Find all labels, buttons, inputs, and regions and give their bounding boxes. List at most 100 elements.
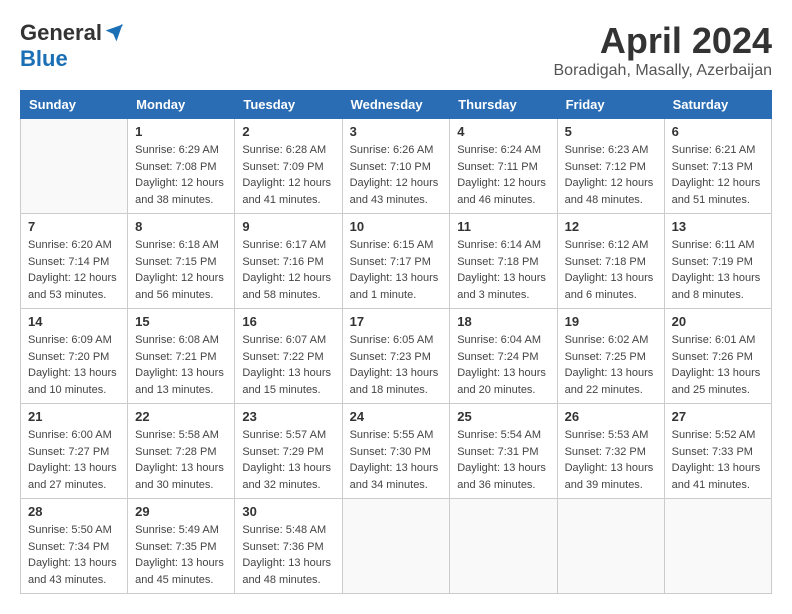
- calendar-cell: 8 Sunrise: 6:18 AMSunset: 7:15 PMDaylight…: [128, 214, 235, 309]
- calendar-cell: 13 Sunrise: 6:11 AMSunset: 7:19 PMDayligh…: [664, 214, 771, 309]
- day-info: Sunrise: 5:53 AMSunset: 7:32 PMDaylight:…: [565, 427, 657, 493]
- logo-blue-text: Blue: [20, 46, 68, 72]
- day-info: Sunrise: 6:21 AMSunset: 7:13 PMDaylight:…: [672, 142, 764, 208]
- day-info: Sunrise: 6:02 AMSunset: 7:25 PMDaylight:…: [565, 332, 657, 398]
- day-info: Sunrise: 5:48 AMSunset: 7:36 PMDaylight:…: [242, 522, 334, 588]
- day-info: Sunrise: 6:20 AMSunset: 7:14 PMDaylight:…: [28, 237, 120, 303]
- calendar-cell: 11 Sunrise: 6:14 AMSunset: 7:18 PMDayligh…: [450, 214, 557, 309]
- day-number: 23: [242, 409, 334, 424]
- calendar-cell: 4 Sunrise: 6:24 AMSunset: 7:11 PMDaylight…: [450, 119, 557, 214]
- day-info: Sunrise: 6:23 AMSunset: 7:12 PMDaylight:…: [565, 142, 657, 208]
- day-info: Sunrise: 5:49 AMSunset: 7:35 PMDaylight:…: [135, 522, 227, 588]
- calendar-table: SundayMondayTuesdayWednesdayThursdayFrid…: [20, 90, 772, 594]
- calendar-cell: 20 Sunrise: 6:01 AMSunset: 7:26 PMDayligh…: [664, 309, 771, 404]
- day-header-saturday: Saturday: [664, 91, 771, 119]
- day-info: Sunrise: 6:01 AMSunset: 7:26 PMDaylight:…: [672, 332, 764, 398]
- calendar-cell: 22 Sunrise: 5:58 AMSunset: 7:28 PMDayligh…: [128, 404, 235, 499]
- day-info: Sunrise: 5:52 AMSunset: 7:33 PMDaylight:…: [672, 427, 764, 493]
- calendar-week-5: 28Sunrise: 5:50 AMSunset: 7:34 PMDayligh…: [21, 499, 772, 594]
- day-header-wednesday: Wednesday: [342, 91, 450, 119]
- day-number: 18: [457, 314, 549, 329]
- day-number: 2: [242, 124, 334, 139]
- day-info: Sunrise: 6:11 AMSunset: 7:19 PMDaylight:…: [672, 237, 764, 303]
- calendar-cell: 18 Sunrise: 6:04 AMSunset: 7:24 PMDayligh…: [450, 309, 557, 404]
- day-info: Sunrise: 6:04 AMSunset: 7:24 PMDaylight:…: [457, 332, 549, 398]
- calendar-cell: [450, 499, 557, 594]
- day-info: Sunrise: 6:08 AMSunset: 7:21 PMDaylight:…: [135, 332, 227, 398]
- day-number: 1: [135, 124, 227, 139]
- day-number: 15: [135, 314, 227, 329]
- logo-bird-icon: [104, 23, 124, 43]
- day-info: Sunrise: 5:54 AMSunset: 7:31 PMDaylight:…: [457, 427, 549, 493]
- day-number: 9: [242, 219, 334, 234]
- day-info: Sunrise: 6:00 AMSunset: 7:27 PMDaylight:…: [28, 427, 120, 493]
- calendar-cell: 21Sunrise: 6:00 AMSunset: 7:27 PMDayligh…: [21, 404, 128, 499]
- day-info: Sunrise: 6:07 AMSunset: 7:22 PMDaylight:…: [242, 332, 334, 398]
- title-section: April 2024 Boradigah, Masally, Azerbaija…: [554, 20, 773, 80]
- calendar-cell: 2 Sunrise: 6:28 AMSunset: 7:09 PMDaylight…: [235, 119, 342, 214]
- day-info: Sunrise: 5:50 AMSunset: 7:34 PMDaylight:…: [28, 522, 120, 588]
- calendar-cell: 15 Sunrise: 6:08 AMSunset: 7:21 PMDayligh…: [128, 309, 235, 404]
- day-number: 27: [672, 409, 764, 424]
- calendar-cell: 1 Sunrise: 6:29 AMSunset: 7:08 PMDaylight…: [128, 119, 235, 214]
- calendar-cell: 23 Sunrise: 5:57 AMSunset: 7:29 PMDayligh…: [235, 404, 342, 499]
- day-number: 30: [242, 504, 334, 519]
- page-header: General Blue April 2024 Boradigah, Masal…: [20, 20, 772, 80]
- day-number: 13: [672, 219, 764, 234]
- day-info: Sunrise: 6:28 AMSunset: 7:09 PMDaylight:…: [242, 142, 334, 208]
- calendar-cell: 27 Sunrise: 5:52 AMSunset: 7:33 PMDayligh…: [664, 404, 771, 499]
- calendar-cell: 19 Sunrise: 6:02 AMSunset: 7:25 PMDayligh…: [557, 309, 664, 404]
- day-number: 19: [565, 314, 657, 329]
- day-info: Sunrise: 6:09 AMSunset: 7:20 PMDaylight:…: [28, 332, 120, 398]
- calendar-cell: [342, 499, 450, 594]
- calendar-header-row: SundayMondayTuesdayWednesdayThursdayFrid…: [21, 91, 772, 119]
- logo-general-text: General: [20, 20, 102, 46]
- calendar-cell: [664, 499, 771, 594]
- day-number: 10: [350, 219, 443, 234]
- day-number: 4: [457, 124, 549, 139]
- day-info: Sunrise: 5:55 AMSunset: 7:30 PMDaylight:…: [350, 427, 443, 493]
- calendar-week-1: 1 Sunrise: 6:29 AMSunset: 7:08 PMDaylight…: [21, 119, 772, 214]
- day-info: Sunrise: 6:05 AMSunset: 7:23 PMDaylight:…: [350, 332, 443, 398]
- day-number: 7: [28, 219, 120, 234]
- calendar-cell: [21, 119, 128, 214]
- day-number: 8: [135, 219, 227, 234]
- day-number: 20: [672, 314, 764, 329]
- day-number: 3: [350, 124, 443, 139]
- day-number: 12: [565, 219, 657, 234]
- day-info: Sunrise: 5:58 AMSunset: 7:28 PMDaylight:…: [135, 427, 227, 493]
- calendar-cell: 6 Sunrise: 6:21 AMSunset: 7:13 PMDaylight…: [664, 119, 771, 214]
- day-number: 17: [350, 314, 443, 329]
- day-header-sunday: Sunday: [21, 91, 128, 119]
- calendar-cell: 30 Sunrise: 5:48 AMSunset: 7:36 PMDayligh…: [235, 499, 342, 594]
- day-number: 26: [565, 409, 657, 424]
- calendar-cell: 29 Sunrise: 5:49 AMSunset: 7:35 PMDayligh…: [128, 499, 235, 594]
- location-title: Boradigah, Masally, Azerbaijan: [554, 62, 773, 80]
- day-info: Sunrise: 6:24 AMSunset: 7:11 PMDaylight:…: [457, 142, 549, 208]
- day-number: 22: [135, 409, 227, 424]
- logo: General Blue: [20, 20, 124, 72]
- day-number: 24: [350, 409, 443, 424]
- calendar-week-4: 21Sunrise: 6:00 AMSunset: 7:27 PMDayligh…: [21, 404, 772, 499]
- day-header-friday: Friday: [557, 91, 664, 119]
- day-number: 6: [672, 124, 764, 139]
- day-info: Sunrise: 5:57 AMSunset: 7:29 PMDaylight:…: [242, 427, 334, 493]
- day-number: 29: [135, 504, 227, 519]
- calendar-cell: 16 Sunrise: 6:07 AMSunset: 7:22 PMDayligh…: [235, 309, 342, 404]
- day-info: Sunrise: 6:18 AMSunset: 7:15 PMDaylight:…: [135, 237, 227, 303]
- calendar-cell: 7 Sunrise: 6:20 AMSunset: 7:14 PMDaylight…: [21, 214, 128, 309]
- day-number: 5: [565, 124, 657, 139]
- day-number: 11: [457, 219, 549, 234]
- calendar-cell: 10 Sunrise: 6:15 AMSunset: 7:17 PMDayligh…: [342, 214, 450, 309]
- calendar-cell: 28Sunrise: 5:50 AMSunset: 7:34 PMDayligh…: [21, 499, 128, 594]
- calendar-week-2: 7 Sunrise: 6:20 AMSunset: 7:14 PMDaylight…: [21, 214, 772, 309]
- day-info: Sunrise: 6:14 AMSunset: 7:18 PMDaylight:…: [457, 237, 549, 303]
- day-number: 16: [242, 314, 334, 329]
- day-info: Sunrise: 6:15 AMSunset: 7:17 PMDaylight:…: [350, 237, 443, 303]
- day-number: 25: [457, 409, 549, 424]
- day-header-thursday: Thursday: [450, 91, 557, 119]
- calendar-cell: [557, 499, 664, 594]
- day-info: Sunrise: 6:29 AMSunset: 7:08 PMDaylight:…: [135, 142, 227, 208]
- calendar-cell: 14Sunrise: 6:09 AMSunset: 7:20 PMDayligh…: [21, 309, 128, 404]
- day-info: Sunrise: 6:26 AMSunset: 7:10 PMDaylight:…: [350, 142, 443, 208]
